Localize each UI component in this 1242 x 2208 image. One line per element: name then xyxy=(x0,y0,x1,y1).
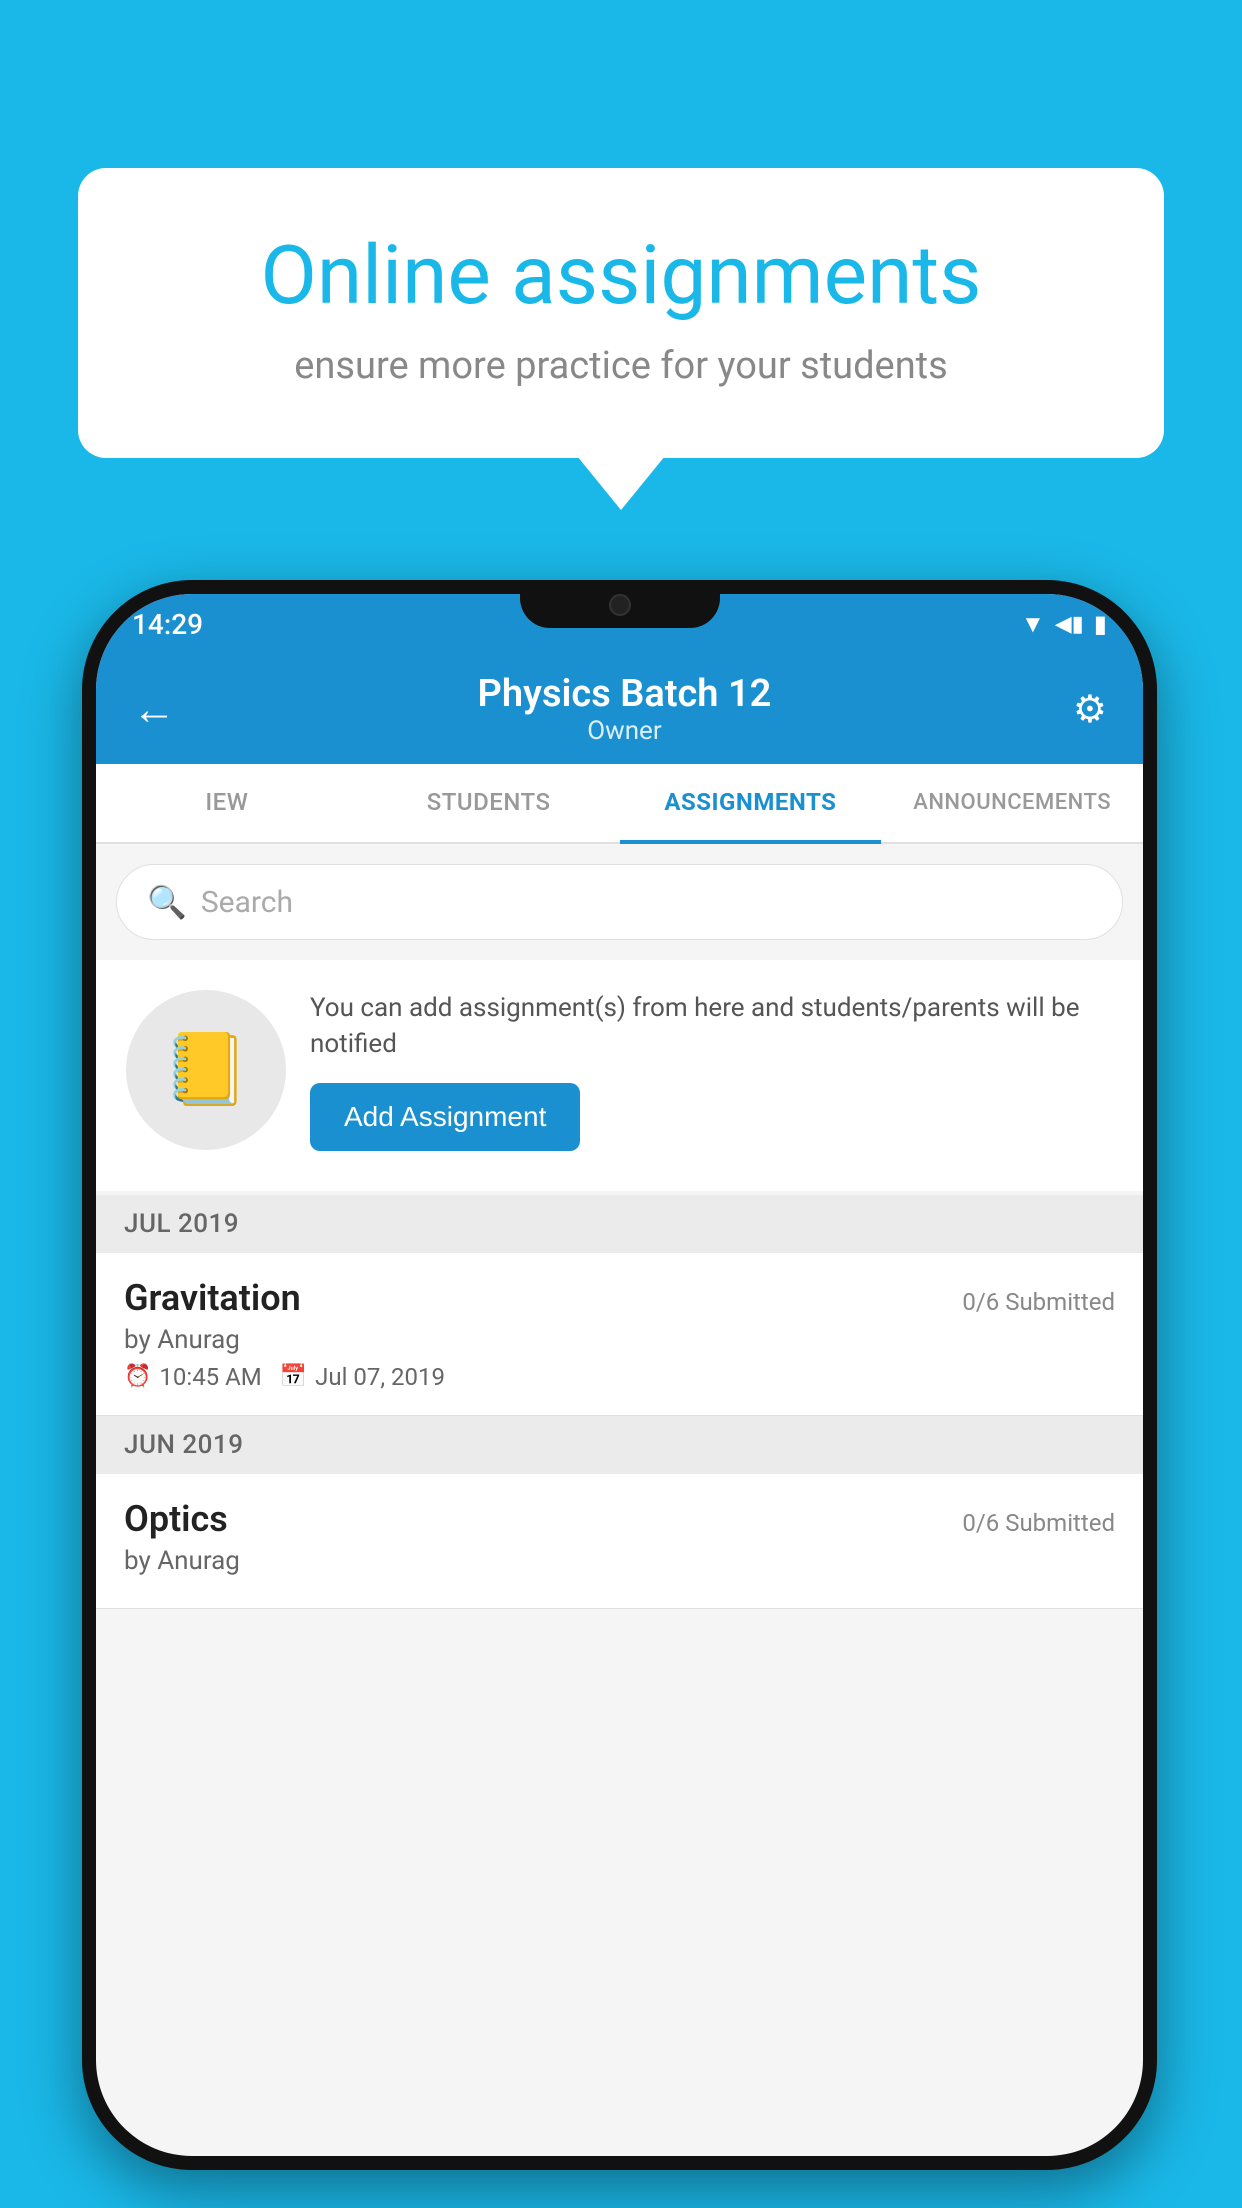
assignment-name-optics: Optics xyxy=(124,1498,228,1540)
status-time: 14:29 xyxy=(132,608,203,641)
tab-iew[interactable]: IEW xyxy=(96,764,358,844)
battery-icon: ▮ xyxy=(1094,610,1107,638)
batch-title: Physics Batch 12 xyxy=(478,672,772,716)
add-assignment-text: You can add assignment(s) from here and … xyxy=(310,990,1113,1151)
assignment-date: Jul 07, 2019 xyxy=(315,1363,445,1391)
assignment-icon-circle: 📒 xyxy=(126,990,286,1150)
tab-announcements[interactable]: ANNOUNCEMENTS xyxy=(881,764,1143,844)
calendar-icon: 📅 xyxy=(280,1364,307,1389)
batch-subtitle: Owner xyxy=(478,716,772,746)
status-icons: ▼ ◀▮ ▮ xyxy=(1021,610,1107,639)
month-header-jun: JUN 2019 xyxy=(96,1416,1143,1474)
add-assignment-description: You can add assignment(s) from here and … xyxy=(310,990,1113,1063)
assignment-time: 10:45 AM xyxy=(159,1363,261,1391)
app-header: ← Physics Batch 12 Owner ⚙ xyxy=(96,654,1143,764)
assignment-submitted: 0/6 Submitted xyxy=(962,1288,1115,1316)
meta-time: ⏰ 10:45 AM xyxy=(124,1363,262,1391)
assignment-submitted-optics: 0/6 Submitted xyxy=(962,1509,1115,1537)
assignment-by-optics: by Anurag xyxy=(124,1546,1115,1576)
search-placeholder: Search xyxy=(201,885,293,920)
speech-bubble: Online assignments ensure more practice … xyxy=(78,168,1164,458)
assignment-row1: Gravitation 0/6 Submitted xyxy=(124,1277,1115,1319)
phone-notch xyxy=(520,580,720,628)
tab-assignments[interactable]: ASSIGNMENTS xyxy=(620,764,882,844)
tabs-bar: IEW STUDENTS ASSIGNMENTS ANNOUNCEMENTS xyxy=(96,764,1143,844)
assignment-name: Gravitation xyxy=(124,1277,301,1319)
settings-icon[interactable]: ⚙ xyxy=(1073,687,1107,732)
assignment-row1-optics: Optics 0/6 Submitted xyxy=(124,1498,1115,1540)
assignment-meta: ⏰ 10:45 AM 📅 Jul 07, 2019 xyxy=(124,1363,1115,1391)
month-header-jul: JUL 2019 xyxy=(96,1195,1143,1253)
search-icon: 🔍 xyxy=(147,883,187,921)
meta-date: 📅 Jul 07, 2019 xyxy=(280,1363,445,1391)
assignment-item-gravitation[interactable]: Gravitation 0/6 Submitted by Anurag ⏰ 10… xyxy=(96,1253,1143,1416)
assignment-by: by Anurag xyxy=(124,1325,1115,1355)
wifi-icon: ▼ xyxy=(1021,610,1045,639)
clock-icon: ⏰ xyxy=(124,1364,151,1389)
add-assignment-button[interactable]: Add Assignment xyxy=(310,1083,580,1151)
assignment-item-optics[interactable]: Optics 0/6 Submitted by Anurag xyxy=(96,1474,1143,1609)
tab-students[interactable]: STUDENTS xyxy=(358,764,620,844)
bubble-title: Online assignments xyxy=(158,228,1084,324)
phone-screen: 14:29 ▼ ◀▮ ▮ ← Physics Batch 12 Owner ⚙ … xyxy=(96,594,1143,2156)
phone-camera xyxy=(609,594,631,616)
add-assignment-card: 📒 You can add assignment(s) from here an… xyxy=(96,960,1143,1191)
header-title-group: Physics Batch 12 Owner xyxy=(478,672,772,746)
signal-icon: ◀▮ xyxy=(1055,612,1084,637)
bubble-subtitle: ensure more practice for your students xyxy=(158,344,1084,388)
back-button[interactable]: ← xyxy=(132,683,176,735)
phone-frame: 14:29 ▼ ◀▮ ▮ ← Physics Batch 12 Owner ⚙ … xyxy=(82,580,1157,2170)
notebook-icon: 📒 xyxy=(162,1029,249,1111)
search-bar[interactable]: 🔍 Search xyxy=(116,864,1123,940)
